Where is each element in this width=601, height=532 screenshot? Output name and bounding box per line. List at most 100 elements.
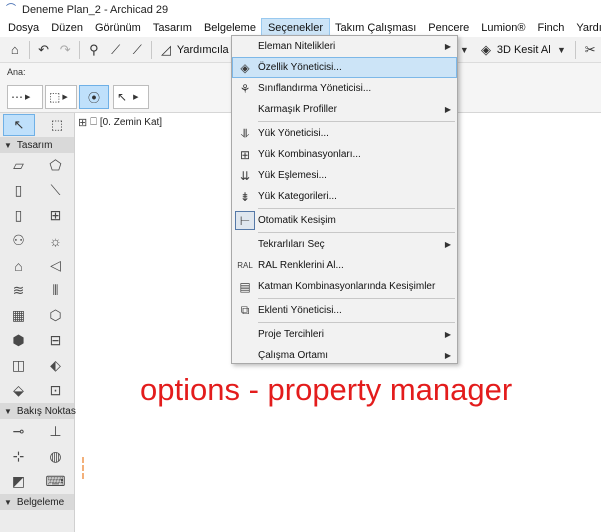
menu-item-proje-tercihleri[interactable]: Proje Tercihleri ▶ bbox=[232, 324, 457, 345]
toolbox-section-viewpoint[interactable]: ▼ Bakış Noktas bbox=[0, 403, 76, 419]
3d-section-icon[interactable]: ◈ bbox=[475, 39, 497, 61]
magic-wand-icon[interactable]: ⚲ bbox=[83, 39, 105, 61]
lamp-tool-icon[interactable]: ☼ bbox=[37, 228, 74, 253]
archicad-logo-icon: ⌒ bbox=[6, 3, 16, 15]
annotation-text: options - property manager bbox=[140, 372, 513, 407]
selection-method-control[interactable]: ⋯ ▶ bbox=[7, 85, 43, 109]
breadcrumb: ⊞ ⎕ [0. Zemin Kat] bbox=[78, 116, 162, 129]
stair-tool-icon[interactable]: ≋ bbox=[0, 278, 37, 303]
menu-yardim[interactable]: Yardım bbox=[570, 19, 601, 37]
worksheet-tool-icon[interactable]: ◍ bbox=[37, 444, 74, 469]
menu-item-calisma-ortami[interactable]: Çalışma Ortamı ▶ bbox=[232, 345, 457, 366]
beam-tool-icon[interactable]: ⟍ bbox=[37, 178, 74, 203]
menu-item-label: Sınıflandırma Yöneticisi... bbox=[258, 83, 372, 94]
menu-separator bbox=[258, 322, 455, 323]
corner-window-tool-icon[interactable]: ⬙ bbox=[0, 378, 37, 403]
opening-tool-icon[interactable]: ⬖ bbox=[37, 353, 74, 378]
menu-lumion[interactable]: Lumion® bbox=[475, 19, 531, 37]
menu-item-tekrarlilari-sec[interactable]: Tekrarlıları Seç ▶ bbox=[232, 234, 457, 255]
toolbox-section-design[interactable]: ▼ Tasarım bbox=[0, 137, 74, 153]
curtain-wall-tool-icon[interactable]: ▦ bbox=[0, 303, 37, 328]
chevron-down-icon[interactable]: ▼ bbox=[551, 39, 573, 61]
detail-tool-icon[interactable]: ◩ bbox=[0, 469, 37, 494]
door-tool-icon[interactable]: ▯ bbox=[0, 203, 37, 228]
menu-item-label: Eklenti Yöneticisi... bbox=[258, 305, 342, 316]
empty-icon-slot bbox=[235, 37, 255, 56]
menu-item-karmasik-profiller[interactable]: Karmaşık Profiller ▶ bbox=[232, 99, 457, 120]
submenu-arrow-icon: ▶ bbox=[444, 105, 451, 114]
menu-separator bbox=[258, 298, 455, 299]
toolbox-section-document[interactable]: ▼ Belgeleme bbox=[0, 494, 74, 510]
roof-tool-icon[interactable]: ⌂ bbox=[0, 253, 37, 278]
menu-item-yuk-kategorileri[interactable]: ⇟ Yük Kategorileri... bbox=[232, 186, 457, 207]
wall-tool-icon[interactable]: ▱ bbox=[0, 153, 37, 178]
menu-item-yuk-yoneticisi[interactable]: ⥥ Yük Yöneticisi... bbox=[232, 123, 457, 144]
wall-end-tool-icon[interactable]: ⊡ bbox=[37, 378, 74, 403]
menu-item-eleman-nitelikleri[interactable]: Eleman Nitelikleri ▶ bbox=[232, 36, 457, 57]
morph-tool-icon[interactable]: ⬢ bbox=[0, 328, 37, 353]
chevron-right-icon: ▶ bbox=[25, 94, 31, 101]
elevation-tool-icon[interactable]: ⊥ bbox=[37, 419, 74, 444]
collapse-triangle-icon: ▼ bbox=[4, 140, 12, 150]
window-tool-icon[interactable]: ⊞ bbox=[37, 203, 74, 228]
interior-elevation-tool-icon[interactable]: ⊹ bbox=[0, 444, 37, 469]
redo-icon[interactable]: ↷ bbox=[54, 39, 76, 61]
arrow-tool-icon[interactable]: ↖ bbox=[3, 114, 35, 136]
quick-selection-toggle[interactable]: ⦿ bbox=[79, 85, 109, 109]
main-label: Ana: bbox=[7, 67, 26, 77]
menu-item-yuk-kombinasyonlari[interactable]: ⊞ Yük Kombinasyonları... bbox=[232, 144, 457, 165]
menu-duzen[interactable]: Düzen bbox=[45, 19, 89, 37]
menu-tasarim[interactable]: Tasarım bbox=[147, 19, 198, 37]
menu-item-eklenti-yoneticisi[interactable]: ⧉ Eklenti Yöneticisi... bbox=[232, 300, 457, 321]
menu-gorunum[interactable]: Görünüm bbox=[89, 19, 147, 37]
menu-dosya[interactable]: Dosya bbox=[2, 19, 45, 37]
syringe-icon[interactable]: ⟋ bbox=[126, 39, 148, 61]
menu-item-otomatik-kesisim[interactable]: ⊢ Otomatik Kesişim bbox=[232, 210, 457, 231]
menu-item-siniflandirma-yoneticisi[interactable]: ⚘ Sınıflandırma Yöneticisi... bbox=[232, 78, 457, 99]
menu-item-ral-renklerini-al[interactable]: RAL RAL Renklerini Al... bbox=[232, 255, 457, 276]
toolbar-divider bbox=[575, 40, 577, 59]
arrow-tool-control[interactable]: ↖ ▶ bbox=[113, 85, 149, 109]
slab-tool-icon[interactable]: ⬠ bbox=[37, 153, 74, 178]
section-tool-icon[interactable]: ⊸ bbox=[0, 419, 37, 444]
3d-section-label[interactable]: 3D Kesit Al bbox=[497, 44, 551, 56]
home-icon[interactable]: ⌂ bbox=[4, 39, 26, 61]
folder-icon[interactable]: ⎕ bbox=[90, 116, 97, 129]
document-section-label: Belgeleme bbox=[16, 496, 65, 508]
arrow-cursor-icon: ↖ bbox=[117, 90, 128, 104]
menu-item-yuk-eslemesi[interactable]: ⇊ Yük Eşlemesi... bbox=[232, 165, 457, 186]
marquee-tool-icon[interactable]: ⬚ bbox=[41, 114, 73, 136]
toolbar-divider bbox=[79, 40, 81, 59]
layer-intersection-icon: ▤ bbox=[239, 279, 251, 294]
submenu-arrow-icon: ▶ bbox=[444, 240, 451, 249]
menu-item-katman-kombinasyonlarinda-kesisimler[interactable]: ▤ Katman Kombinasyonlarında Kesişimler bbox=[232, 276, 457, 297]
grid-view-icon[interactable]: ⊞ bbox=[78, 116, 87, 129]
camera-tool-icon[interactable]: ⌨ bbox=[37, 469, 74, 494]
menu-item-label: Otomatik Kesişim bbox=[258, 215, 336, 226]
menu-separator bbox=[258, 232, 455, 233]
menu-item-label: Proje Tercihleri bbox=[258, 329, 324, 340]
toolbar-divider bbox=[28, 40, 30, 59]
menu-item-label: Yük Eşlemesi... bbox=[258, 170, 327, 181]
guide-lines-label[interactable]: Yardımcıla bbox=[177, 44, 229, 56]
undo-icon[interactable]: ↶ bbox=[33, 39, 55, 61]
load-category-icon: ⇟ bbox=[239, 189, 251, 204]
viewpoint-section-label: Bakış Noktas bbox=[16, 405, 76, 417]
menu-item-ozellik-yoneticisi[interactable]: ◈ Özellik Yöneticisi... bbox=[232, 57, 457, 78]
toolbox-panel: ↖ ⬚ ▼ Tasarım ▱ ⬠ ▯ ⟍ ▯ ⊞ ⚇ ☼ ⌂ ◁ ≋ ⫴ ▦ … bbox=[0, 113, 76, 532]
object-tool-icon[interactable]: ⚇ bbox=[0, 228, 37, 253]
column-tool-icon[interactable]: ▯ bbox=[0, 178, 37, 203]
scissors-icon[interactable]: ✂ bbox=[579, 39, 601, 61]
shell-tool-icon[interactable]: ◁ bbox=[37, 253, 74, 278]
viewpoint-tools-grid: ⊸ ⊥ ⊹ ◍ ◩ ⌨ bbox=[0, 419, 74, 494]
mesh-tool-icon[interactable]: ⬡ bbox=[37, 303, 74, 328]
zone-tool-icon[interactable]: ⊟ bbox=[37, 328, 74, 353]
skylight-tool-icon[interactable]: ◫ bbox=[0, 353, 37, 378]
guide-lines-icon[interactable]: ◿ bbox=[155, 39, 177, 61]
railing-tool-icon[interactable]: ⫴ bbox=[37, 278, 74, 303]
marquee-control[interactable]: ⬚ ▶ bbox=[45, 85, 77, 109]
menu-finch[interactable]: Finch bbox=[531, 19, 570, 37]
load-mapping-icon: ⇊ bbox=[239, 168, 251, 183]
menu-item-label: Özellik Yöneticisi... bbox=[258, 62, 342, 73]
eyedropper-icon[interactable]: ⟋ bbox=[105, 39, 127, 61]
